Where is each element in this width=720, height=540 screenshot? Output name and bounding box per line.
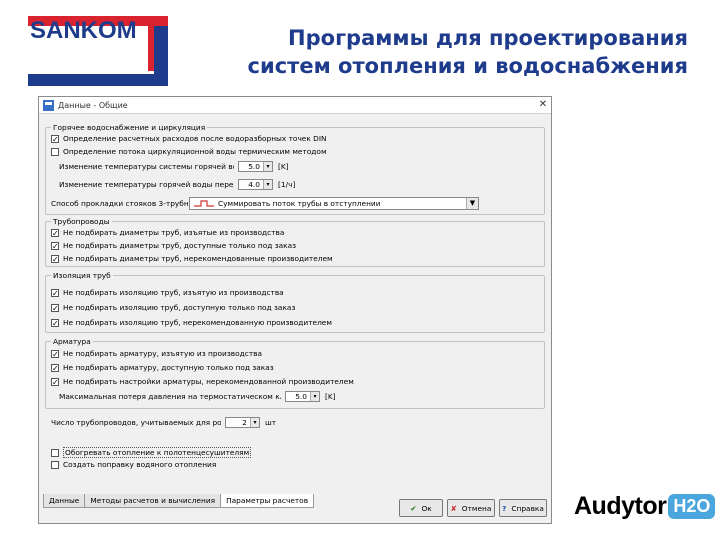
insul-checkbox-3[interactable]: ✓ Не подбирать изоляцию труб, нерекомендо… <box>51 317 332 328</box>
ok-button[interactable]: ✔ Ок <box>399 499 443 517</box>
riser-count-value[interactable]: 2 <box>226 418 250 427</box>
tab-parameters[interactable]: Параметры расчетов <box>220 494 315 508</box>
cancel-button[interactable]: ✘ Отмена <box>447 499 495 517</box>
spin1-unit: [K] <box>278 162 289 171</box>
hw-select-label-row: Способ прокладки стояков 3-трубн <box>51 198 189 209</box>
extra-checkbox-1[interactable]: Обогревать отопление к полотенцесушителя… <box>51 447 252 458</box>
slide-title-line1: Программы для проектирования <box>288 26 688 50</box>
riser-count-row: Число трубопроводов, учитываемых для роз… <box>51 417 276 428</box>
settings-dialog: Данные - Общие ✕ Горячее водоснабжение и… <box>38 96 552 524</box>
spin2-label: Изменение температуры горячей воды перед… <box>59 180 234 189</box>
svg-text:SANKOM: SANKOM <box>30 17 137 44</box>
checkbox[interactable] <box>51 448 59 457</box>
group-fittings-legend: Арматура <box>53 337 91 346</box>
checkbox-label: Не подбирать арматуру, доступную только … <box>63 363 274 372</box>
spin2-unit: [1/ч] <box>278 180 296 189</box>
dialog-title: Данные - Общие <box>58 100 128 110</box>
cancel-label: Отмена <box>461 503 492 513</box>
fit-checkbox-1[interactable]: ✓ Не подбирать арматуру, изъятую из произ… <box>51 348 262 359</box>
riser-count-stepper[interactable]: 2 ▾ <box>225 417 260 428</box>
riser-count-unit: шт <box>265 418 277 427</box>
group-insulation-legend: Изоляция труб <box>53 271 111 280</box>
checkbox[interactable]: ✓ <box>51 228 59 237</box>
spin-arrow-icon[interactable]: ▾ <box>263 180 272 189</box>
slide-title-line2: систем отопления и водоснабжения <box>247 54 688 78</box>
select-label: Способ прокладки стояков 3-трубн <box>51 199 189 208</box>
checkbox[interactable]: ✓ <box>51 349 59 358</box>
checkbox[interactable]: ✓ <box>51 288 59 297</box>
fit-spin-stepper[interactable]: 5.0 ▾ <box>285 391 320 402</box>
help-icon: ? <box>502 503 507 513</box>
h2o-badge: H2O <box>668 494 716 519</box>
checkbox-label: Не подбирать настройки арматуры, нереком… <box>63 377 354 386</box>
ok-label: Ок <box>421 503 432 513</box>
hw-spin1-row: Изменение температуры системы горячей во… <box>59 161 289 172</box>
checkbox-label: Не подбирать изоляцию труб, доступную то… <box>63 303 296 312</box>
checkbox-label: Не подбирать диаметры труб, нерекомендов… <box>63 254 333 263</box>
fit-spin-label: Максимальная потеря давления на термоста… <box>59 392 281 401</box>
hw-spin2-row: Изменение температуры горячей воды перед… <box>59 179 295 190</box>
riser-mode-select[interactable]: Суммировать поток трубы в отступлении ▼ <box>189 197 479 210</box>
app-icon <box>43 99 54 111</box>
checkbox[interactable]: ✓ <box>51 363 59 372</box>
chevron-down-icon[interactable]: ▼ <box>466 198 478 209</box>
spin-arrow-icon[interactable]: ▾ <box>263 162 272 171</box>
checkbox-label: Создать поправку водяного отопления <box>63 460 217 469</box>
checkbox-label: Обогревать отопление к полотенцесушителя… <box>63 447 252 458</box>
checkbox-label: Определение потока циркуляционной воды т… <box>63 147 327 156</box>
insul-checkbox-2[interactable]: ✓ Не подбирать изоляцию труб, доступную т… <box>51 302 295 313</box>
help-button[interactable]: ? Справка <box>499 499 547 517</box>
riser-count-label: Число трубопроводов, учитываемых для роз… <box>51 418 221 427</box>
spin-arrow-icon[interactable]: ▾ <box>250 418 259 427</box>
fit-checkbox-3[interactable]: ✓ Не подбирать настройки арматуры, нереко… <box>51 376 354 387</box>
checkbox[interactable]: ✓ <box>51 134 59 143</box>
check-icon: ✔ <box>410 503 417 513</box>
checkbox-label: Определение расчетных расходов после вод… <box>63 134 327 143</box>
hw-checkbox-din[interactable]: ✓ Определение расчетных расходов после во… <box>51 133 327 144</box>
checkbox[interactable]: ✓ <box>51 254 59 263</box>
fit-spin-value[interactable]: 5.0 <box>286 392 310 401</box>
spin1-value[interactable]: 5.0 <box>239 162 263 171</box>
checkbox-label: Не подбирать арматуру, изъятую из произв… <box>63 349 263 358</box>
checkbox[interactable]: ✓ <box>51 303 59 312</box>
hw-checkbox-thermal[interactable]: Определение потока циркуляционной воды т… <box>51 146 327 157</box>
checkbox-label: Не подбирать изоляцию труб, изъятую из п… <box>63 288 284 297</box>
tab-strip: Данные Методы расчетов и вычисления Пара… <box>43 494 315 508</box>
checkbox[interactable]: ✓ <box>51 241 59 250</box>
pipes-checkbox-3[interactable]: ✓ Не подбирать диаметры труб, нерекомендо… <box>51 253 333 264</box>
checkbox[interactable]: ✓ <box>51 318 59 327</box>
group-pipes-legend: Трубопроводы <box>53 217 110 226</box>
group-hot-water-legend: Горячее водоснабжение и циркуляция <box>53 123 206 132</box>
checkbox[interactable] <box>51 147 59 156</box>
pipes-checkbox-2[interactable]: ✓ Не подбирать диаметры труб, доступные т… <box>51 240 296 251</box>
slide-title: Программы для проектирования систем отоп… <box>188 24 688 80</box>
help-label: Справка <box>511 503 544 513</box>
pipe-icon <box>194 200 214 207</box>
fit-checkbox-2[interactable]: ✓ Не подбирать арматуру, доступную только… <box>51 362 274 373</box>
checkbox-label: Не подбирать диаметры труб, доступные то… <box>63 241 297 250</box>
cross-icon: ✘ <box>450 503 457 513</box>
spin2-value[interactable]: 4.0 <box>239 180 263 189</box>
spin1-label: Изменение температуры системы горячей во… <box>59 162 234 171</box>
insul-checkbox-1[interactable]: ✓ Не подбирать изоляцию труб, изъятую из … <box>51 287 284 298</box>
fit-spin-row: Максимальная потеря давления на термоста… <box>59 391 336 402</box>
sankom-logo: SANKOM <box>28 16 168 86</box>
tab-data[interactable]: Данные <box>43 494 86 508</box>
close-icon[interactable]: ✕ <box>535 98 551 112</box>
checkbox-label: Не подбирать изоляцию труб, нерекомендов… <box>63 318 332 327</box>
extra-checkbox-2[interactable]: Создать поправку водяного отопления <box>51 459 216 470</box>
tab-methods[interactable]: Методы расчетов и вычисления <box>84 494 222 508</box>
audytor-word: Audytor <box>574 492 667 520</box>
spin-arrow-icon[interactable]: ▾ <box>310 392 319 401</box>
pipes-checkbox-1[interactable]: ✓ Не подбирать диаметры труб, изъятые из … <box>51 227 284 238</box>
audytor-logo: Audytor H2O <box>574 492 716 521</box>
spin2-stepper[interactable]: 4.0 ▾ <box>238 179 273 190</box>
spin1-stepper[interactable]: 5.0 ▾ <box>238 161 273 172</box>
checkbox[interactable] <box>51 460 59 469</box>
checkbox-label: Не подбирать диаметры труб, изъятые из п… <box>63 228 285 237</box>
select-value: Суммировать поток трубы в отступлении <box>218 199 381 208</box>
fit-spin-unit: [K] <box>325 392 336 401</box>
dialog-titlebar: Данные - Общие ✕ <box>39 97 551 114</box>
checkbox[interactable]: ✓ <box>51 377 59 386</box>
